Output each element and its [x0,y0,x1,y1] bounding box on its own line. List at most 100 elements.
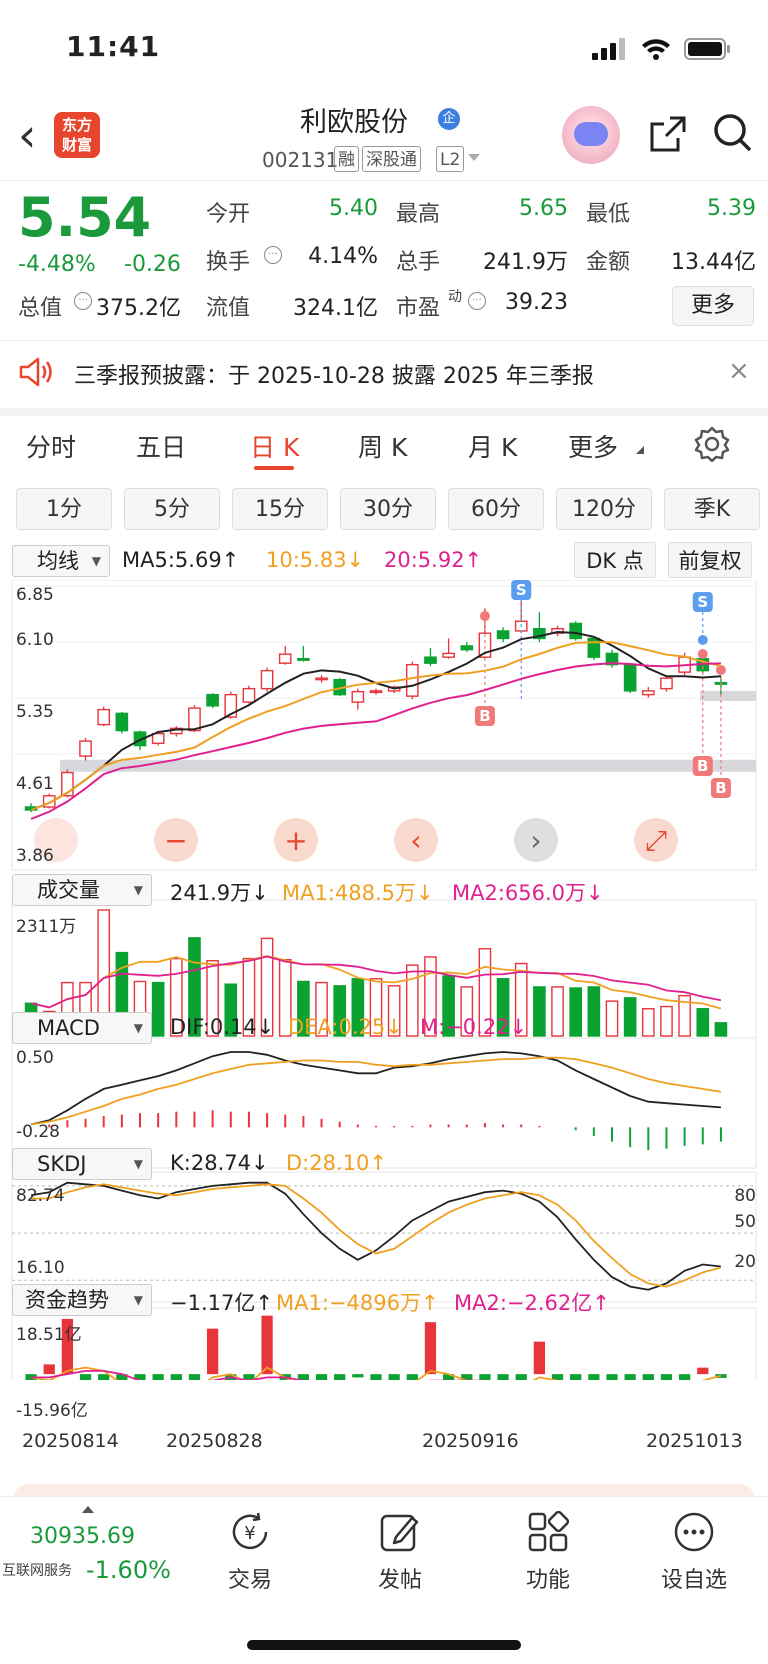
info-icon[interactable]: ··· [74,292,92,310]
stock-name: 利欧股份 [300,107,408,138]
skdj-level-50: 50 [734,1212,756,1232]
watchlist-settings-icon[interactable] [672,1510,716,1554]
settings-gear-icon[interactable] [694,426,730,462]
tab-daily-k[interactable]: 日 K [250,428,299,464]
macd-selector-label: MACD [37,1016,100,1040]
fullscreen-button-icon: ⤢ [645,824,667,857]
adjust-button[interactable]: 前复权 [668,542,752,578]
period-30min[interactable]: 30分 [340,488,436,530]
macd-dif: DIF:0.14↓ [170,1015,275,1039]
period-5min[interactable]: 5分 [124,488,220,530]
stock-dropdown-icon[interactable] [468,154,480,161]
macd-selector[interactable]: MACD ▼ [12,1012,152,1044]
more-quote-button[interactable]: 更多 [672,286,754,326]
fund-bar [261,1315,273,1375]
tag-margin: 融 [334,146,359,172]
date-label: 20251013 [646,1430,743,1452]
share-icon[interactable] [648,114,688,154]
dropdown-icon: ▼ [133,883,143,897]
ma-selector-label: 均线 [37,549,79,573]
index-change: -1.60% [86,1556,171,1584]
functions-icon[interactable] [526,1510,570,1554]
tab-more[interactable]: 更多 [568,428,618,464]
volume-bar [623,997,637,1037]
tab-five-day[interactable]: 五日 [136,428,186,464]
candle [460,645,474,651]
candle [115,712,129,732]
active-tab-indicator [254,466,294,470]
fund-bar [570,1374,582,1380]
ma10-value: 10:5.83↓ [266,548,365,572]
skdj-chart [12,1181,756,1291]
ma-selector[interactable]: 均线 ▼ [12,545,110,577]
period-1min[interactable]: 1分 [16,488,112,530]
fund-selector-label: 资金趋势 [25,1288,109,1312]
high-label: 最高 [396,202,441,227]
skdj-selector[interactable]: SKDJ ▼ [12,1148,152,1180]
macd-line [30,1051,721,1126]
more-corner-icon [636,446,644,454]
fund-bar [370,1374,382,1380]
fund-bar [188,1374,201,1380]
fund-bar [352,1374,364,1378]
skdj-k: K:28.74↓ [170,1151,269,1175]
macd-dea: DEA:0.25↓ [288,1015,403,1039]
nav-trade-label[interactable]: 交易 [210,1562,290,1594]
ma-line [30,641,722,811]
post-icon[interactable] [378,1510,422,1554]
search-icon[interactable] [712,112,754,154]
nav-post-label[interactable]: 发帖 [360,1562,440,1594]
volume-label: 总手 [396,250,441,275]
stock-code: 002131 [262,148,339,172]
trade-icon[interactable]: ¥ [228,1510,272,1554]
turnover-value: 4.14% [308,244,378,269]
period-15min[interactable]: 15分 [232,488,328,530]
candle [97,708,111,726]
home-indicator [247,1640,521,1650]
period-quarter-k[interactable]: 季K [664,488,760,530]
turnover-label: 换手 [206,250,251,275]
volume-bar [641,1008,655,1037]
candle [442,652,455,658]
kline-chart[interactable]: BSBBS − + ‹ › ⤢ [0,580,768,1380]
macd-y-label: 0.50 [16,1048,54,1068]
info-icon[interactable]: ··· [468,292,486,310]
fund-bar [606,1374,618,1380]
pe-value: 39.23 [505,290,568,315]
dk-point-button[interactable]: DK 点 [574,542,656,578]
volume-selector[interactable]: 成交量 ▼ [12,874,152,906]
tab-monthly-k[interactable]: 月 K [468,428,517,464]
candle [79,740,92,757]
nav-functions-label[interactable]: 功能 [508,1562,588,1594]
expand-icon[interactable] [82,1506,94,1513]
info-icon[interactable]: ··· [264,246,282,264]
tag-connect: 深股通 [362,146,421,172]
volume-y-label: 2311万 [16,917,77,937]
candle [315,677,328,681]
tab-weekly-k[interactable]: 周 K [358,428,407,464]
volume-bar [151,981,165,1037]
tab-intraday[interactable]: 分时 [26,428,76,464]
nav-watchlist-label[interactable]: 设自选 [654,1562,734,1594]
dropdown-icon: ▼ [133,1293,143,1307]
skdj-y-label: 82.74 [16,1186,65,1206]
change-amount: -0.26 [124,252,181,277]
ma5-value: MA5:5.69↑ [122,548,240,572]
dropdown-icon: ▼ [91,554,101,568]
price-band [700,690,756,701]
float-value: 324.1亿 [293,296,378,321]
fund-bar [624,1374,636,1380]
back-icon[interactable]: ‹ [18,112,36,158]
index-value[interactable]: 30935.69 [30,1524,135,1549]
skdj-d: D:28.10↑ [286,1151,387,1175]
signal-dot [697,649,708,659]
skdj-selector-label: SKDJ [37,1152,87,1176]
wifi-icon [642,39,670,60]
macd-y-label: -0.28 [16,1122,60,1142]
close-icon[interactable]: × [728,356,750,386]
volume-bar [714,1022,728,1037]
fund-bar [315,1374,328,1380]
period-60min[interactable]: 60分 [448,488,544,530]
period-120min[interactable]: 120分 [556,488,652,530]
fund-selector[interactable]: 资金趋势 ▼ [12,1284,152,1316]
